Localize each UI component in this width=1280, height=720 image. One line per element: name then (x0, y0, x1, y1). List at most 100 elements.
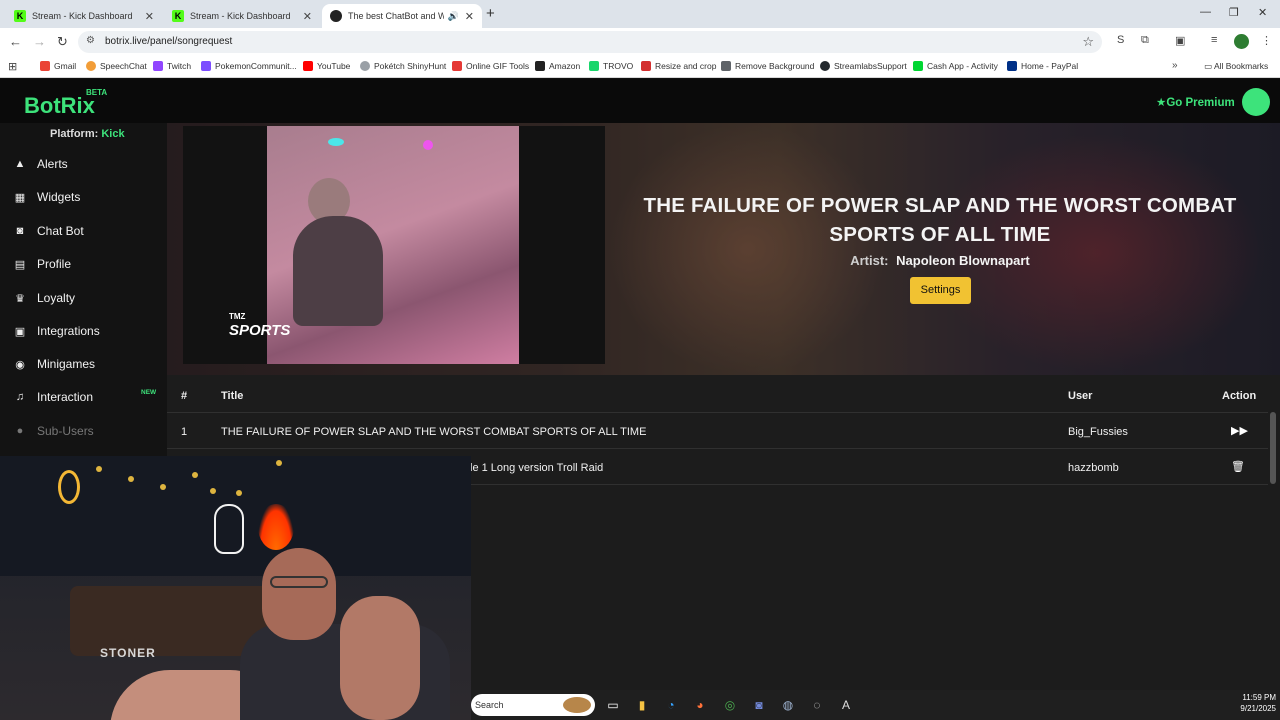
artist-label: Artist: (850, 253, 889, 268)
bookmark-youtube[interactable]: YouTube (303, 61, 350, 71)
new-badge: NEW (141, 389, 157, 396)
reload-icon[interactable]: ↻ (57, 34, 68, 50)
more-bookmarks-icon[interactable]: » (1172, 60, 1178, 71)
menu-icon[interactable]: ⋮ (1261, 34, 1272, 47)
sidebar-item-profile[interactable]: ▤ Profile (12, 254, 71, 274)
media-controls-icon[interactable]: ≡ (1211, 34, 1217, 46)
bookmark-trovo[interactable]: TROVO (589, 61, 633, 71)
taskbar-clock[interactable]: 11:59 PM 9/21/2025 (1218, 692, 1276, 714)
sidebar-item-interaction[interactable]: ♫ Interaction (12, 387, 93, 407)
sidebar-item-loyalty[interactable]: ♛ Loyalty (12, 288, 75, 308)
column-header-user: User (1068, 390, 1093, 402)
obs-icon[interactable]: ◌ (808, 696, 826, 714)
video-person (293, 216, 383, 326)
sidebar-item-integrations[interactable]: ▣ Integrations (12, 321, 100, 341)
tab-kick-dashboard-2[interactable]: K Stream - Kick Dashboard ✕ (164, 4, 320, 28)
close-icon[interactable]: ✕ (303, 10, 312, 23)
bookmark-paypal[interactable]: Home - PayPal (1007, 61, 1078, 71)
taskbar-search[interactable]: Search (471, 694, 595, 716)
bookmark-resize-crop[interactable]: Resize and crop (641, 61, 716, 71)
file-explorer-icon[interactable]: ▮ (633, 696, 651, 714)
video-player[interactable]: TMZ SPORTS (183, 126, 605, 364)
forward-icon[interactable]: → (33, 34, 46, 49)
firefox-icon[interactable]: ◕ (691, 696, 709, 714)
now-playing-artist: Artist: Napoleon Blownapart (639, 253, 1241, 268)
speechchat-icon (86, 61, 96, 71)
bookmark-remove-background[interactable]: Remove Background (721, 61, 814, 71)
neon-peace-sign (214, 504, 244, 554)
robot-icon: ◙ (16, 225, 24, 237)
tab-botrix[interactable]: The best ChatBot and Wid 🔊 ✕ (322, 4, 482, 28)
clock-time: 11:59 PM (1242, 693, 1276, 702)
steam-icon[interactable]: ◍ (779, 696, 797, 714)
bookmark-streamlabs-support[interactable]: StreamlabsSupport (820, 61, 907, 71)
beta-badge: BETA (86, 88, 108, 97)
url-field[interactable]: ⚙ botrix.live/panel/songrequest ☆ (78, 31, 1102, 53)
bookmark-pokemoncommunity[interactable]: PokemonCommunit... (201, 61, 297, 71)
discord-icon[interactable]: ◙ (750, 696, 768, 714)
gif-tools-icon (452, 61, 462, 71)
url-text[interactable]: botrix.live/panel/songrequest (105, 36, 232, 47)
user-avatar[interactable] (1242, 88, 1270, 116)
apps-grid-icon[interactable]: ⊞ (8, 60, 17, 73)
browser-tab-bar: K Stream - Kick Dashboard ✕ K Stream - K… (0, 0, 1280, 28)
star-light (160, 484, 166, 490)
all-bookmarks[interactable]: ▭ All Bookmarks (1204, 61, 1268, 72)
bookmark-cash-app[interactable]: Cash App - Activity (913, 61, 998, 71)
cast-icon[interactable]: ▣ (1175, 34, 1185, 47)
play-next-icon[interactable]: ▶▶ (1231, 424, 1248, 437)
go-premium-button[interactable]: ★Go Premium (1156, 95, 1235, 109)
sidebar-item-minigames[interactable]: ◉ Minigames (12, 354, 95, 374)
profile-avatar[interactable] (1234, 34, 1249, 49)
speaker-icon[interactable]: 🔊 (448, 11, 459, 22)
minimize-icon[interactable]: — (1200, 6, 1211, 18)
profile-card-icon: ▤ (14, 258, 26, 271)
column-header-action: Action (1222, 390, 1257, 402)
streamer-arm (340, 596, 420, 720)
app-a-icon[interactable]: A (837, 696, 855, 714)
sidebar-item-widgets[interactable]: ▦ Widgets (12, 187, 81, 207)
kick-icon: K (172, 10, 184, 22)
search-highlight-icon (563, 697, 591, 713)
bookmark-poketch[interactable]: Pokétch ShinyHunt (360, 61, 446, 71)
artist-name: Napoleon Blownapart (896, 253, 1030, 268)
extension-s-icon[interactable]: S (1117, 34, 1124, 46)
tab-title: Stream - Kick Dashboard (190, 11, 291, 21)
sidebar-item-chat-bot[interactable]: ◙ Chat Bot (12, 221, 84, 241)
extensions-icon[interactable]: ⧉ (1141, 34, 1149, 47)
trash-icon[interactable]: 🗑 (1231, 460, 1245, 473)
tab-kick-dashboard-1[interactable]: K Stream - Kick Dashboard ✕ (6, 4, 162, 28)
chrome-icon[interactable]: ◎ (721, 696, 739, 714)
address-bar-row: ← → ↻ ⚙ botrix.live/panel/songrequest ☆ … (0, 28, 1280, 56)
sidebar-item-sub-users[interactable]: ● Sub-Users (12, 421, 94, 441)
video-light (423, 140, 433, 150)
close-icon[interactable]: ✕ (465, 10, 474, 23)
now-playing-banner: TMZ SPORTS THE FAILURE OF POWER SLAP AND… (167, 123, 1280, 375)
close-icon[interactable]: ✕ (145, 10, 154, 23)
star-light (276, 460, 282, 466)
bookmark-speechchat[interactable]: SpeechChat (86, 61, 147, 71)
bookmark-star-icon[interactable]: ☆ (1082, 34, 1094, 50)
site-info-icon[interactable]: ⚙ (86, 35, 95, 46)
edge-icon[interactable]: ◔ (662, 696, 680, 714)
botrix-logo[interactable]: BotRix (24, 93, 95, 119)
new-tab-button[interactable]: + (486, 5, 495, 22)
kick-icon: K (14, 10, 26, 22)
sidebar-item-alerts[interactable]: ▲ Alerts (12, 154, 68, 174)
maximize-icon[interactable]: ❐ (1229, 6, 1239, 19)
task-view-icon[interactable]: ▭ (604, 696, 622, 714)
poketch-icon (360, 61, 370, 71)
bookmark-twitch[interactable]: Twitch (153, 61, 191, 71)
column-header-number: # (181, 390, 188, 402)
bookmark-gif-tools[interactable]: Online GIF Tools (452, 61, 529, 71)
table-scrollbar[interactable] (1270, 412, 1276, 484)
settings-button[interactable]: Settings (910, 277, 971, 304)
window-close-icon[interactable]: ✕ (1258, 6, 1267, 19)
bookmark-gmail[interactable]: Gmail (40, 61, 76, 71)
github-icon (820, 61, 830, 71)
back-icon[interactable]: ← (9, 34, 22, 49)
bookmark-amazon[interactable]: Amazon (535, 61, 580, 71)
tab-title: The best ChatBot and Wid (348, 11, 444, 21)
twitch-icon (153, 61, 163, 71)
remove-bg-icon (721, 61, 731, 71)
